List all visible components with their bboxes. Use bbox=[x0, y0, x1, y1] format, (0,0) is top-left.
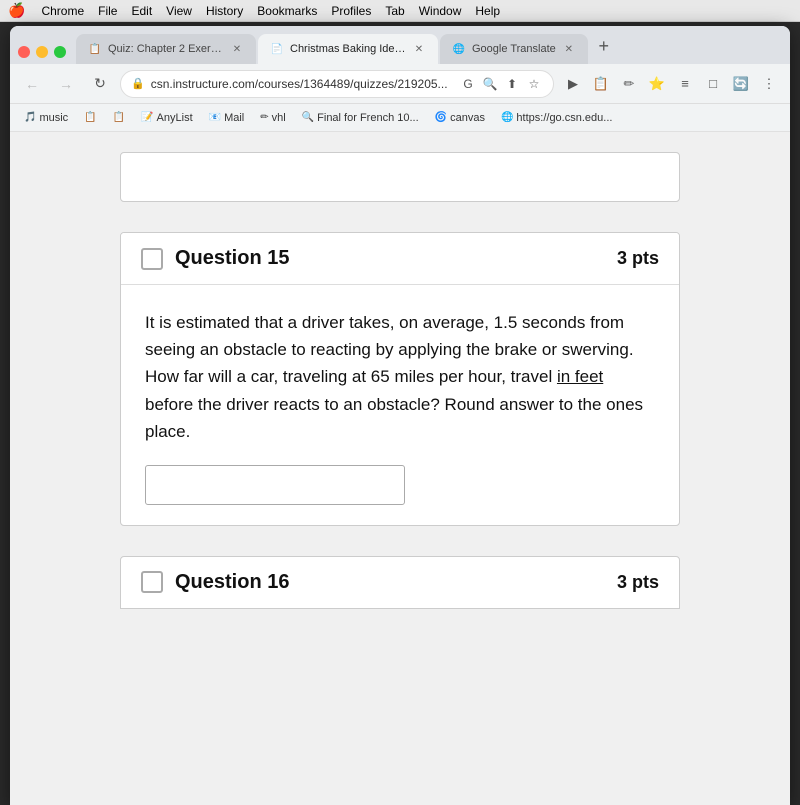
nav-bar: ← → ↻ 🔒 csn.instructure.com/courses/1364… bbox=[10, 64, 790, 104]
tab-translate[interactable]: 🌐 Google Translate ✕ bbox=[440, 34, 588, 64]
bookmark-icon2[interactable]: 📋 bbox=[107, 110, 131, 125]
menu-bookmarks[interactable]: Bookmarks bbox=[257, 4, 317, 18]
search-icon[interactable]: 🔍 bbox=[481, 75, 499, 93]
mail-icon: 📧 bbox=[209, 112, 221, 123]
vhl-icon: ✏ bbox=[260, 112, 268, 123]
menu-icon[interactable]: ⋮ bbox=[756, 71, 782, 97]
menu-profiles[interactable]: Profiles bbox=[331, 4, 371, 18]
question-15-answer-input[interactable] bbox=[145, 465, 405, 505]
bookmark-grid-icon: 📋 bbox=[113, 112, 125, 123]
bookmark-mail-label: Mail bbox=[224, 112, 244, 124]
menu-bar: 🍎 Chrome File Edit View History Bookmark… bbox=[0, 0, 800, 22]
tab-quiz[interactable]: 📋 Quiz: Chapter 2 Exercises ✕ bbox=[76, 34, 256, 64]
music-icon: 🎵 bbox=[24, 112, 36, 123]
menu-history[interactable]: History bbox=[206, 4, 243, 18]
french-icon: 🔍 bbox=[302, 112, 314, 123]
bookmark-french[interactable]: 🔍 Final for French 10... bbox=[296, 110, 425, 126]
question-15-checkbox[interactable] bbox=[141, 248, 163, 270]
bookmark-mail[interactable]: 📧 Mail bbox=[203, 110, 251, 126]
question-16-points: 3 pts bbox=[617, 572, 659, 593]
sync-icon[interactable]: 🔄 bbox=[728, 71, 754, 97]
question-15-points: 3 pts bbox=[617, 248, 659, 269]
canvas-icon: 🌀 bbox=[435, 112, 447, 123]
tab-translate-close[interactable]: ✕ bbox=[562, 42, 576, 56]
tab-quiz-close[interactable]: ✕ bbox=[230, 42, 244, 56]
bookmark-anylist[interactable]: 📝 AnyList bbox=[135, 110, 199, 126]
tab-quiz-label: Quiz: Chapter 2 Exercises bbox=[108, 43, 224, 55]
bookmark-canvas-label: canvas bbox=[450, 112, 485, 124]
bookmark-csn-label: https://go.csn.edu... bbox=[516, 112, 612, 124]
menu-chrome[interactable]: Chrome bbox=[41, 4, 84, 18]
tab-translate-favicon: 🌐 bbox=[452, 42, 466, 56]
tab-translate-label: Google Translate bbox=[472, 43, 556, 55]
menu-window[interactable]: Window bbox=[419, 4, 462, 18]
question-15-title-row: Question 15 bbox=[141, 247, 617, 270]
share-icon[interactable]: ⬆ bbox=[503, 75, 521, 93]
bookmark-vhl-label: vhl bbox=[272, 112, 286, 124]
star-icon[interactable]: ☆ bbox=[525, 75, 543, 93]
reload-button[interactable]: ↻ bbox=[86, 70, 114, 98]
tab-baking-favicon: 📄 bbox=[270, 42, 284, 56]
question-16-card: Question 16 3 pts bbox=[120, 556, 680, 609]
bookmarks-bar: 🎵 music 📋 📋 📝 AnyList 📧 Mail ✏ vhl 🔍 Fin… bbox=[10, 104, 790, 132]
question-15-text-after: before the driver reacts to an obstacle?… bbox=[145, 395, 643, 441]
question-15-text: It is estimated that a driver takes, on … bbox=[145, 309, 655, 445]
bookmark-music[interactable]: 🎵 music bbox=[18, 110, 74, 126]
csn-icon: 🌐 bbox=[501, 112, 513, 123]
menu-edit[interactable]: Edit bbox=[131, 4, 152, 18]
menu-file[interactable]: File bbox=[98, 4, 117, 18]
anylist-icon: 📝 bbox=[141, 112, 153, 123]
back-button[interactable]: ← bbox=[18, 70, 46, 98]
apple-menu[interactable]: 🍎 bbox=[8, 2, 25, 19]
forward-button[interactable]: → bbox=[52, 70, 80, 98]
question-15-underline: in feet bbox=[557, 367, 603, 386]
lock-icon: 🔒 bbox=[131, 77, 145, 90]
fullscreen-window-button[interactable] bbox=[54, 46, 66, 58]
google-icon[interactable]: G bbox=[459, 75, 477, 93]
question-16-checkbox[interactable] bbox=[141, 571, 163, 593]
menu-view[interactable]: View bbox=[166, 4, 192, 18]
tab-baking-close[interactable]: ✕ bbox=[412, 42, 426, 56]
extensions-icon[interactable]: ⭐ bbox=[644, 71, 670, 97]
question-15-title: Question 15 bbox=[175, 247, 289, 270]
tab-baking-label: Christmas Baking Ideas - Goo... bbox=[290, 43, 406, 55]
bookmark-french-label: Final for French 10... bbox=[317, 112, 419, 124]
bookmark-vhl[interactable]: ✏ vhl bbox=[254, 110, 291, 126]
new-tab-button[interactable]: + bbox=[590, 32, 618, 60]
question-15-body: It is estimated that a driver takes, on … bbox=[121, 285, 679, 525]
question-15-header: Question 15 3 pts bbox=[121, 233, 679, 285]
question-15-card: Question 15 3 pts It is estimated that a… bbox=[120, 232, 680, 526]
menu-tab[interactable]: Tab bbox=[385, 4, 404, 18]
page-content: Question 15 3 pts It is estimated that a… bbox=[10, 132, 790, 805]
address-text: csn.instructure.com/courses/1364489/quiz… bbox=[151, 77, 453, 91]
tab-quiz-favicon: 📋 bbox=[88, 42, 102, 56]
tab-bar: 📋 Quiz: Chapter 2 Exercises ✕ 📄 Christma… bbox=[10, 26, 790, 64]
window-icon[interactable]: □ bbox=[700, 71, 726, 97]
address-action-icons: G 🔍 ⬆ ☆ bbox=[459, 75, 543, 93]
profile-icon[interactable]: ≡ bbox=[672, 71, 698, 97]
previous-question-card bbox=[120, 152, 680, 202]
bookmark-canvas[interactable]: 🌀 canvas bbox=[429, 110, 491, 126]
minimize-window-button[interactable] bbox=[36, 46, 48, 58]
chrome-window: 📋 Quiz: Chapter 2 Exercises ✕ 📄 Christma… bbox=[10, 26, 790, 805]
cast-icon[interactable]: ▶ bbox=[560, 71, 586, 97]
question-16-title: Question 16 bbox=[175, 571, 605, 594]
bookmark-icon1[interactable]: 📋 bbox=[78, 110, 102, 125]
address-bar[interactable]: 🔒 csn.instructure.com/courses/1364489/qu… bbox=[120, 70, 554, 98]
traffic-lights bbox=[18, 46, 66, 58]
bookmark-anylist-label: AnyList bbox=[157, 112, 193, 124]
nav-right-icons: ▶ 📋 ✏ ⭐ ≡ □ 🔄 ⋮ bbox=[560, 71, 782, 97]
translate-icon[interactable]: 📋 bbox=[588, 71, 614, 97]
bookmark-music-label: music bbox=[39, 112, 68, 124]
bookmark-csn[interactable]: 🌐 https://go.csn.edu... bbox=[495, 110, 618, 126]
menu-help[interactable]: Help bbox=[475, 4, 500, 18]
edit-icon[interactable]: ✏ bbox=[616, 71, 642, 97]
bookmark-folder-icon: 📋 bbox=[84, 112, 96, 123]
tab-baking[interactable]: 📄 Christmas Baking Ideas - Goo... ✕ bbox=[258, 34, 438, 64]
close-window-button[interactable] bbox=[18, 46, 30, 58]
